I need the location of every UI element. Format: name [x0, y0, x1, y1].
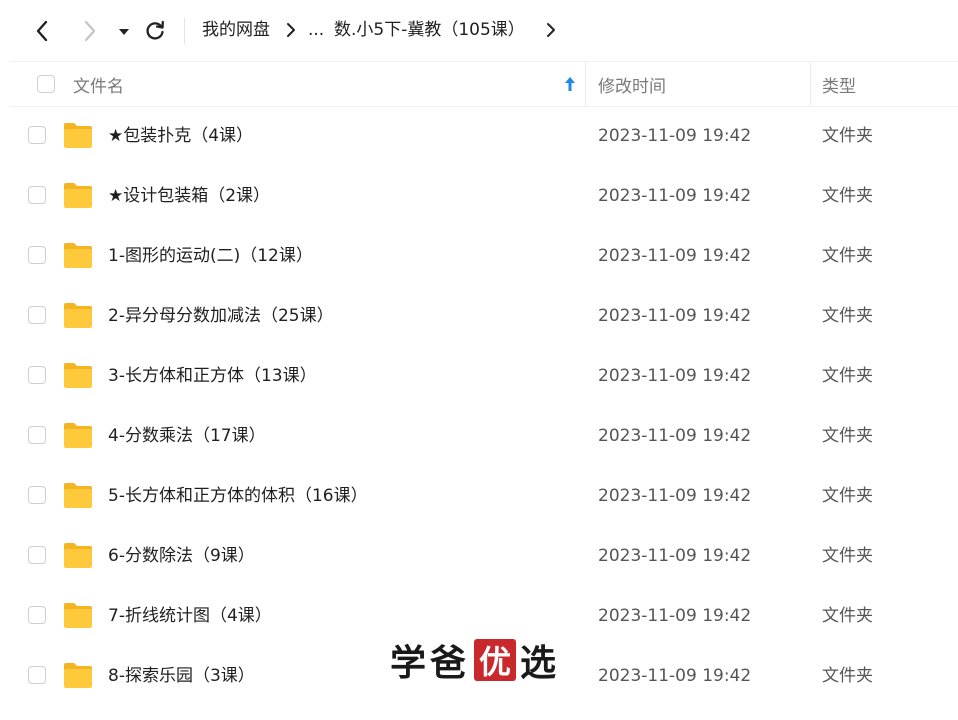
chevron-left-icon — [36, 20, 48, 42]
row-checkbox[interactable] — [28, 606, 46, 624]
file-type: 文件夹 — [822, 546, 873, 566]
toolbar: 我的网盘 ... 数.小5下-冀教（105课） — [0, 0, 958, 60]
row-checkbox[interactable] — [28, 546, 46, 564]
file-name[interactable]: 3-长方体和正方体（13课） — [108, 364, 317, 388]
file-type: 文件夹 — [822, 366, 873, 386]
caret-down-icon — [119, 29, 129, 35]
file-modified-time: 2023-11-09 19:42 — [598, 246, 752, 266]
chevron-right-icon — [84, 20, 96, 42]
breadcrumb-root[interactable]: 我的网盘 — [202, 19, 270, 41]
column-header-name[interactable]: 文件名 — [73, 62, 583, 106]
breadcrumb-ellipsis[interactable]: ... — [308, 19, 324, 41]
folder-icon — [64, 603, 92, 628]
file-modified-time: 2023-11-09 19:42 — [598, 126, 752, 146]
folder-icon — [64, 363, 92, 388]
file-type: 文件夹 — [822, 426, 873, 446]
file-type: 文件夹 — [822, 306, 873, 326]
column-header-type[interactable]: 类型 — [822, 62, 952, 106]
refresh-button[interactable] — [142, 19, 168, 43]
row-checkbox[interactable] — [28, 366, 46, 384]
file-modified-time: 2023-11-09 19:42 — [598, 486, 752, 506]
folder-icon — [64, 663, 92, 688]
folder-icon — [64, 483, 92, 508]
column-header-name-label: 文件名 — [73, 76, 124, 97]
table-row[interactable]: 3-长方体和正方体（13课） 2023-11-09 19:42 文件夹 — [10, 346, 958, 406]
select-all-checkbox[interactable] — [37, 75, 55, 93]
file-type: 文件夹 — [822, 666, 873, 686]
row-checkbox[interactable] — [28, 246, 46, 264]
file-name[interactable]: 5-长方体和正方体的体积（16课） — [108, 484, 368, 508]
file-modified-time: 2023-11-09 19:42 — [598, 186, 752, 206]
file-name[interactable]: 2-异分母分数加减法（25课） — [108, 304, 334, 328]
toolbar-divider — [184, 18, 185, 44]
breadcrumb-separator-icon — [547, 23, 555, 37]
file-type: 文件夹 — [822, 486, 873, 506]
folder-icon — [64, 423, 92, 448]
watermark-text: 学爸 — [390, 643, 471, 684]
folder-icon — [64, 183, 92, 208]
folder-icon — [64, 123, 92, 148]
table-row[interactable]: 6-分数除法（9课） 2023-11-09 19:42 文件夹 — [10, 526, 958, 586]
column-divider[interactable] — [585, 62, 586, 106]
file-name[interactable]: 4-分数乘法（17课） — [108, 424, 266, 448]
table-row[interactable]: 5-长方体和正方体的体积（16课） 2023-11-09 19:42 文件夹 — [10, 466, 958, 526]
file-name[interactable]: 7-折线统计图（4课） — [108, 604, 272, 628]
file-modified-time: 2023-11-09 19:42 — [598, 606, 752, 626]
forward-button[interactable] — [78, 18, 102, 44]
table-row[interactable]: 1-图形的运动(二)（12课） 2023-11-09 19:42 文件夹 — [10, 226, 958, 286]
file-modified-time: 2023-11-09 19:42 — [598, 666, 752, 686]
back-button[interactable] — [30, 18, 54, 44]
table-row[interactable]: 4-分数乘法（17课） 2023-11-09 19:42 文件夹 — [10, 406, 958, 466]
column-header-type-label: 类型 — [822, 76, 856, 97]
row-checkbox[interactable] — [28, 426, 46, 444]
refresh-icon — [146, 20, 164, 40]
table-row[interactable]: 2-异分母分数加减法（25课） 2023-11-09 19:42 文件夹 — [10, 286, 958, 346]
table-row[interactable]: ★设计包装箱（2课） 2023-11-09 19:42 文件夹 — [10, 166, 958, 226]
folder-icon — [64, 243, 92, 268]
watermark-stamp: 优 — [474, 639, 517, 681]
breadcrumb-current[interactable]: 数.小5下-冀教（105课） — [334, 19, 525, 41]
row-checkbox[interactable] — [28, 186, 46, 204]
row-checkbox[interactable] — [28, 126, 46, 144]
file-modified-time: 2023-11-09 19:42 — [598, 306, 752, 326]
file-name[interactable]: 6-分数除法（9课） — [108, 544, 255, 568]
file-type: 文件夹 — [822, 186, 873, 206]
history-dropdown-button[interactable] — [114, 22, 134, 42]
file-name[interactable]: 1-图形的运动(二)（12课） — [108, 244, 313, 268]
file-name[interactable]: ★包装扑克（4课） — [108, 124, 253, 148]
row-checkbox[interactable] — [28, 486, 46, 504]
row-checkbox[interactable] — [28, 306, 46, 324]
file-modified-time: 2023-11-09 19:42 — [598, 426, 752, 446]
file-type: 文件夹 — [822, 126, 873, 146]
row-checkbox[interactable] — [28, 666, 46, 684]
file-name[interactable]: ★设计包装箱（2课） — [108, 184, 270, 208]
column-header-modified-label: 修改时间 — [598, 76, 666, 97]
folder-icon — [64, 303, 92, 328]
folder-icon — [64, 543, 92, 568]
file-modified-time: 2023-11-09 19:42 — [598, 546, 752, 566]
file-modified-time: 2023-11-09 19:42 — [598, 366, 752, 386]
file-name[interactable]: 8-探索乐园（3课） — [108, 664, 255, 688]
watermark-text: 选 — [520, 643, 561, 684]
table-row[interactable]: ★包装扑克（4课） 2023-11-09 19:42 文件夹 — [10, 106, 958, 166]
file-type: 文件夹 — [822, 606, 873, 626]
breadcrumb-separator-icon — [287, 23, 295, 37]
file-type: 文件夹 — [822, 246, 873, 266]
file-list-header: 文件名 修改时间 类型 — [10, 61, 958, 107]
column-divider[interactable] — [810, 62, 811, 106]
watermark-logo: 学爸 优 选 — [390, 638, 560, 684]
column-header-modified[interactable]: 修改时间 — [598, 62, 808, 106]
sort-ascending-icon[interactable] — [564, 76, 576, 92]
